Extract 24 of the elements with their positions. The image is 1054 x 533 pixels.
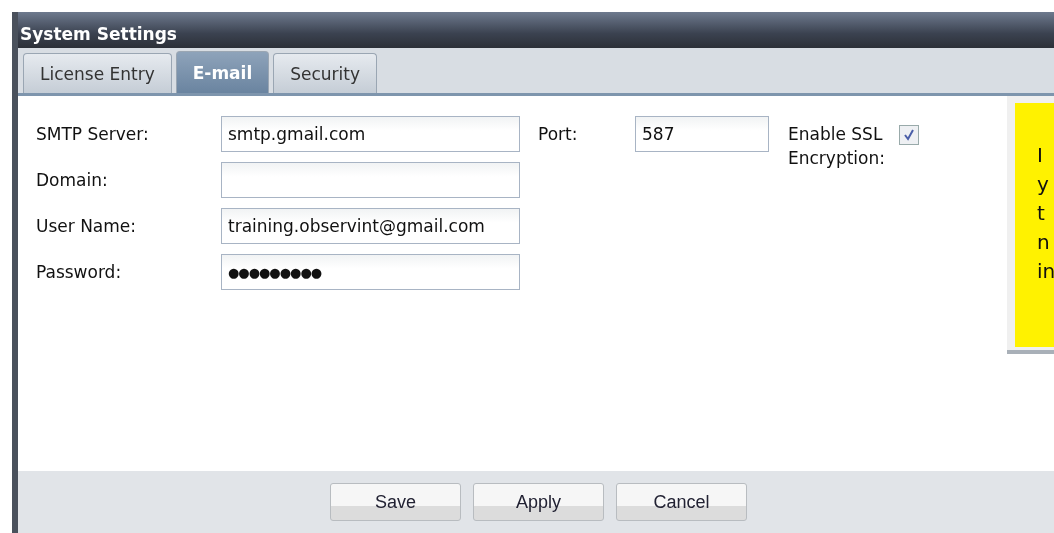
input-field[interactable]: 587	[635, 116, 769, 152]
dialog-button[interactable]: Cancel	[616, 483, 747, 521]
field-label: Password:	[36, 262, 123, 282]
callout-text: y	[1037, 171, 1050, 198]
checkbox-label: Enable SSL Encryption:	[788, 123, 886, 170]
dialog-button[interactable]: Save	[330, 483, 461, 521]
tab[interactable]: License Entry	[23, 53, 172, 93]
input-field[interactable]	[221, 162, 520, 198]
callout-text: I	[1037, 142, 1044, 169]
input-field[interactable]: ●●●●●●●●●	[221, 254, 520, 290]
callout-text: in	[1037, 258, 1054, 285]
tab[interactable]: Security	[273, 53, 378, 93]
input-field[interactable]: smtp.gmail.com	[221, 116, 520, 152]
checkbox[interactable]	[899, 125, 919, 145]
field-label: Domain:	[36, 170, 109, 190]
field-label: SMTP Server:	[36, 124, 150, 144]
window-title: System Settings	[20, 24, 177, 44]
input-field[interactable]: training.observint@gmail.com	[221, 208, 520, 244]
check-icon	[902, 128, 916, 142]
dialog-button[interactable]: Apply	[473, 483, 604, 521]
callout-text: t	[1037, 200, 1046, 227]
field-label: Port:	[538, 124, 579, 144]
field-label: User Name:	[36, 216, 138, 236]
callout-text: n	[1037, 229, 1051, 256]
